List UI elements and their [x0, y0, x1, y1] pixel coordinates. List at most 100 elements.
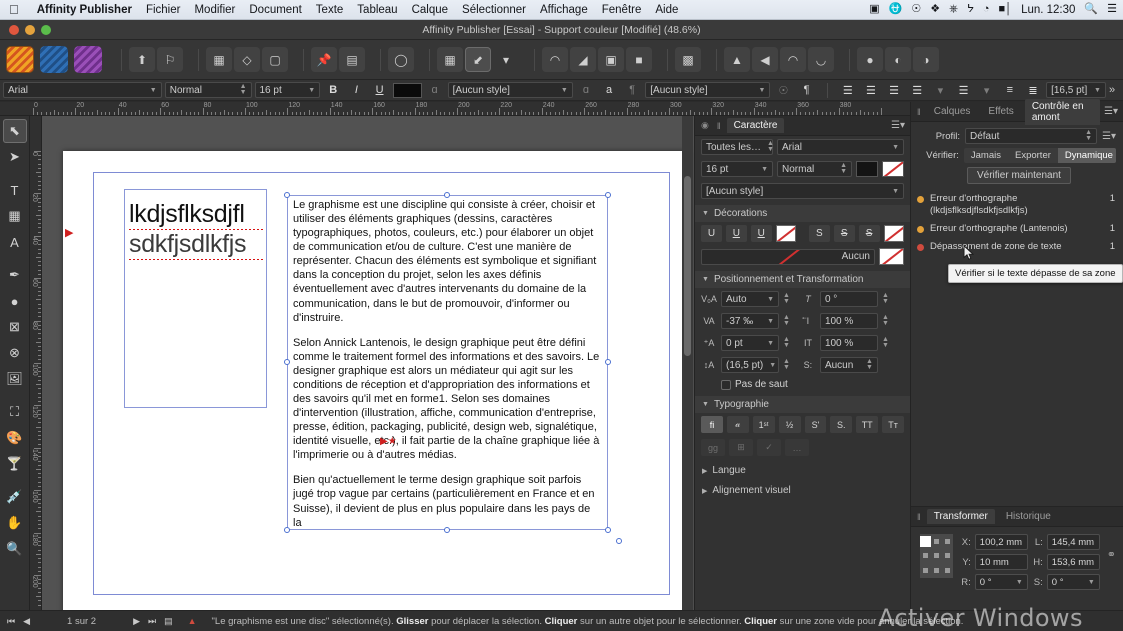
menu-clock[interactable]: Lun. 12:30	[1021, 4, 1075, 16]
anchor-tr[interactable]	[944, 538, 950, 544]
anchor-bl[interactable]	[923, 568, 928, 574]
ligatures-discretionary-button[interactable]: 𝒶	[726, 416, 749, 433]
text-frame-main-selected[interactable]: Le graphisme est une discipline qui cons…	[287, 195, 608, 530]
rotate-left-icon[interactable]: ◠	[780, 47, 806, 72]
horizontal-scale-field[interactable]: 100 %	[819, 335, 878, 351]
add-pages-icon[interactable]: ⬆	[129, 47, 155, 72]
selection-handle-tl[interactable]	[284, 192, 290, 198]
direction-chevron-down-icon[interactable]: ▾	[977, 82, 997, 99]
stylistic-alternates-button[interactable]: gg	[701, 439, 725, 456]
char-font-size-field[interactable]: 16 pt ▼	[701, 161, 773, 177]
clear-character-style-icon[interactable]: ɑ	[576, 82, 596, 99]
leading-field[interactable]: [16,5 pt] ▼	[1046, 82, 1106, 98]
menu-modifier[interactable]: Modifier	[187, 4, 242, 16]
char-font-family-field[interactable]: Arial ▼	[777, 139, 904, 155]
frame-text-tool[interactable]: T	[3, 178, 27, 202]
flip-horizontal-icon[interactable]: ▲	[724, 47, 750, 72]
selection-handle-bc[interactable]	[444, 527, 450, 533]
colour-picker-palette[interactable]: 🎨	[3, 426, 27, 450]
paragraph-style-icon[interactable]: ¶	[622, 82, 642, 99]
panel-close-icon[interactable]: ◉	[699, 120, 711, 131]
control-center-icon[interactable]: ☰	[1107, 4, 1117, 15]
rotation-field[interactable]: 0 ° ▼	[974, 574, 1028, 590]
eyedropper-tool[interactable]: 💉	[3, 485, 27, 509]
char-font-style-field[interactable]: Normal ▲ ▼	[777, 161, 852, 177]
pin-icon[interactable]: 📌	[311, 47, 337, 72]
warning-icon[interactable]: ▲	[180, 616, 198, 626]
menu-fichier[interactable]: Fichier	[139, 4, 188, 16]
bold-button[interactable]: B	[323, 82, 343, 99]
lasso-icon[interactable]: ◯	[388, 47, 414, 72]
align-left-icon[interactable]: ▩	[675, 47, 701, 72]
clear-paragraph-style-icon[interactable]: ☉	[773, 82, 793, 99]
font-style-field[interactable]: Normal ▲ ▼	[164, 82, 252, 98]
align-chevron-down-icon[interactable]: ▾	[930, 82, 950, 99]
y-field[interactable]: 10 mm	[974, 554, 1028, 570]
node-tool[interactable]: ➤	[3, 145, 27, 169]
document-canvas[interactable]: lkdjsflksdjfl sdkfjsdlkfjs Le graphisme …	[42, 116, 694, 610]
rotation-handle[interactable]	[616, 538, 622, 544]
paragraph-direction-icon[interactable]: ☰	[953, 82, 973, 99]
profile-field[interactable]: Défaut ▲ ▼	[965, 128, 1098, 144]
swash-button[interactable]: ✓	[757, 439, 781, 456]
menu-document[interactable]: Document	[242, 4, 308, 16]
char-fill-swatch[interactable]	[856, 161, 878, 177]
contextual-alternates-button[interactable]: ⊞	[729, 439, 753, 456]
menu-calque[interactable]: Calque	[405, 4, 455, 16]
hand-tool[interactable]: ✋	[3, 511, 27, 535]
font-size-field[interactable]: 16 pt ▼	[254, 82, 321, 98]
more-typography-button[interactable]: …	[785, 439, 809, 456]
positioning-section-header[interactable]: ▼ Positionnement et Transformation	[695, 271, 910, 288]
last-page-icon[interactable]: ⏭	[147, 616, 157, 627]
picture-frame-icon[interactable]: ◇	[234, 47, 260, 72]
text-style-icon[interactable]: a	[599, 82, 619, 99]
grid-icon[interactable]: ▦	[437, 47, 463, 72]
move-backward-icon[interactable]: ◢	[570, 47, 596, 72]
anchor-point-selector[interactable]	[920, 534, 953, 578]
height-field[interactable]: 153,6 mm	[1046, 554, 1100, 570]
numbered-list-icon[interactable]: ≣	[1023, 82, 1043, 99]
small-caps-button[interactable]: Tт	[882, 416, 904, 433]
char-stroke-none-swatch[interactable]	[882, 161, 904, 177]
bullet-list-icon[interactable]: ≡	[1000, 82, 1020, 99]
next-page-icon[interactable]: ▶	[132, 616, 141, 627]
panel-drag-handle-icon[interactable]: ‖	[915, 512, 923, 522]
kerning-stepper[interactable]: ▲ ▼	[783, 292, 790, 305]
selection-handle-ml[interactable]	[284, 359, 290, 365]
battery-icon[interactable]: ■│	[999, 4, 1013, 15]
boolean-add-icon[interactable]: ●	[857, 47, 883, 72]
anchor-br[interactable]	[944, 568, 950, 574]
apple-menu-icon[interactable]: 	[0, 3, 30, 16]
link-ratio-icon[interactable]: ⚭	[1107, 534, 1116, 561]
subscript-button[interactable]: S.	[830, 416, 853, 433]
check-option-exporter[interactable]: Exporter	[1008, 148, 1058, 163]
check-option-jamais[interactable]: Jamais	[964, 148, 1008, 163]
boolean-subtract-icon[interactable]: ◐	[885, 47, 911, 72]
align-right-icon[interactable]: ☰	[884, 82, 904, 99]
pen-tool[interactable]: ✒	[3, 263, 27, 287]
prev-page-icon[interactable]: ◀	[22, 616, 31, 627]
tab-historique[interactable]: Historique	[999, 509, 1058, 524]
boolean-intersect-icon[interactable]: ◑	[913, 47, 939, 72]
character-style-field[interactable]: [Aucun style] ▼	[447, 82, 573, 98]
snapping-magnet-icon[interactable]: ⬋	[465, 47, 491, 72]
italic-button[interactable]: I	[346, 82, 366, 99]
artistic-text-tool[interactable]: A	[3, 230, 27, 254]
tab-controle-en-amont[interactable]: Contrôle en amont	[1024, 98, 1101, 125]
first-page-icon[interactable]: ⏮	[6, 616, 16, 627]
anchor-mc[interactable]	[933, 553, 939, 559]
move-forward-icon[interactable]: ◠	[542, 47, 568, 72]
fractions-button[interactable]: ½	[778, 416, 801, 433]
text-color-swatch[interactable]	[392, 82, 422, 98]
scrollbar-thumb[interactable]	[684, 176, 691, 356]
font-family-field[interactable]: Arial ▼	[3, 82, 162, 98]
char-leading-field[interactable]: (16,5 pt) ▼	[721, 357, 779, 373]
anchor-tl[interactable]	[920, 535, 931, 547]
text-frame-left[interactable]: lkdjsflksdjfl sdkfjsdlkfjs	[124, 189, 267, 408]
strikethrough-button[interactable]: S	[808, 225, 830, 242]
menu-affinity-publisher[interactable]: Affinity Publisher	[30, 4, 139, 16]
flip-vertical-icon[interactable]: ◀	[752, 47, 778, 72]
ungroup-icon[interactable]: ■	[626, 47, 652, 72]
publisher-persona-icon[interactable]	[6, 46, 34, 73]
panel-menu-icon[interactable]: ☰▾	[891, 120, 910, 131]
